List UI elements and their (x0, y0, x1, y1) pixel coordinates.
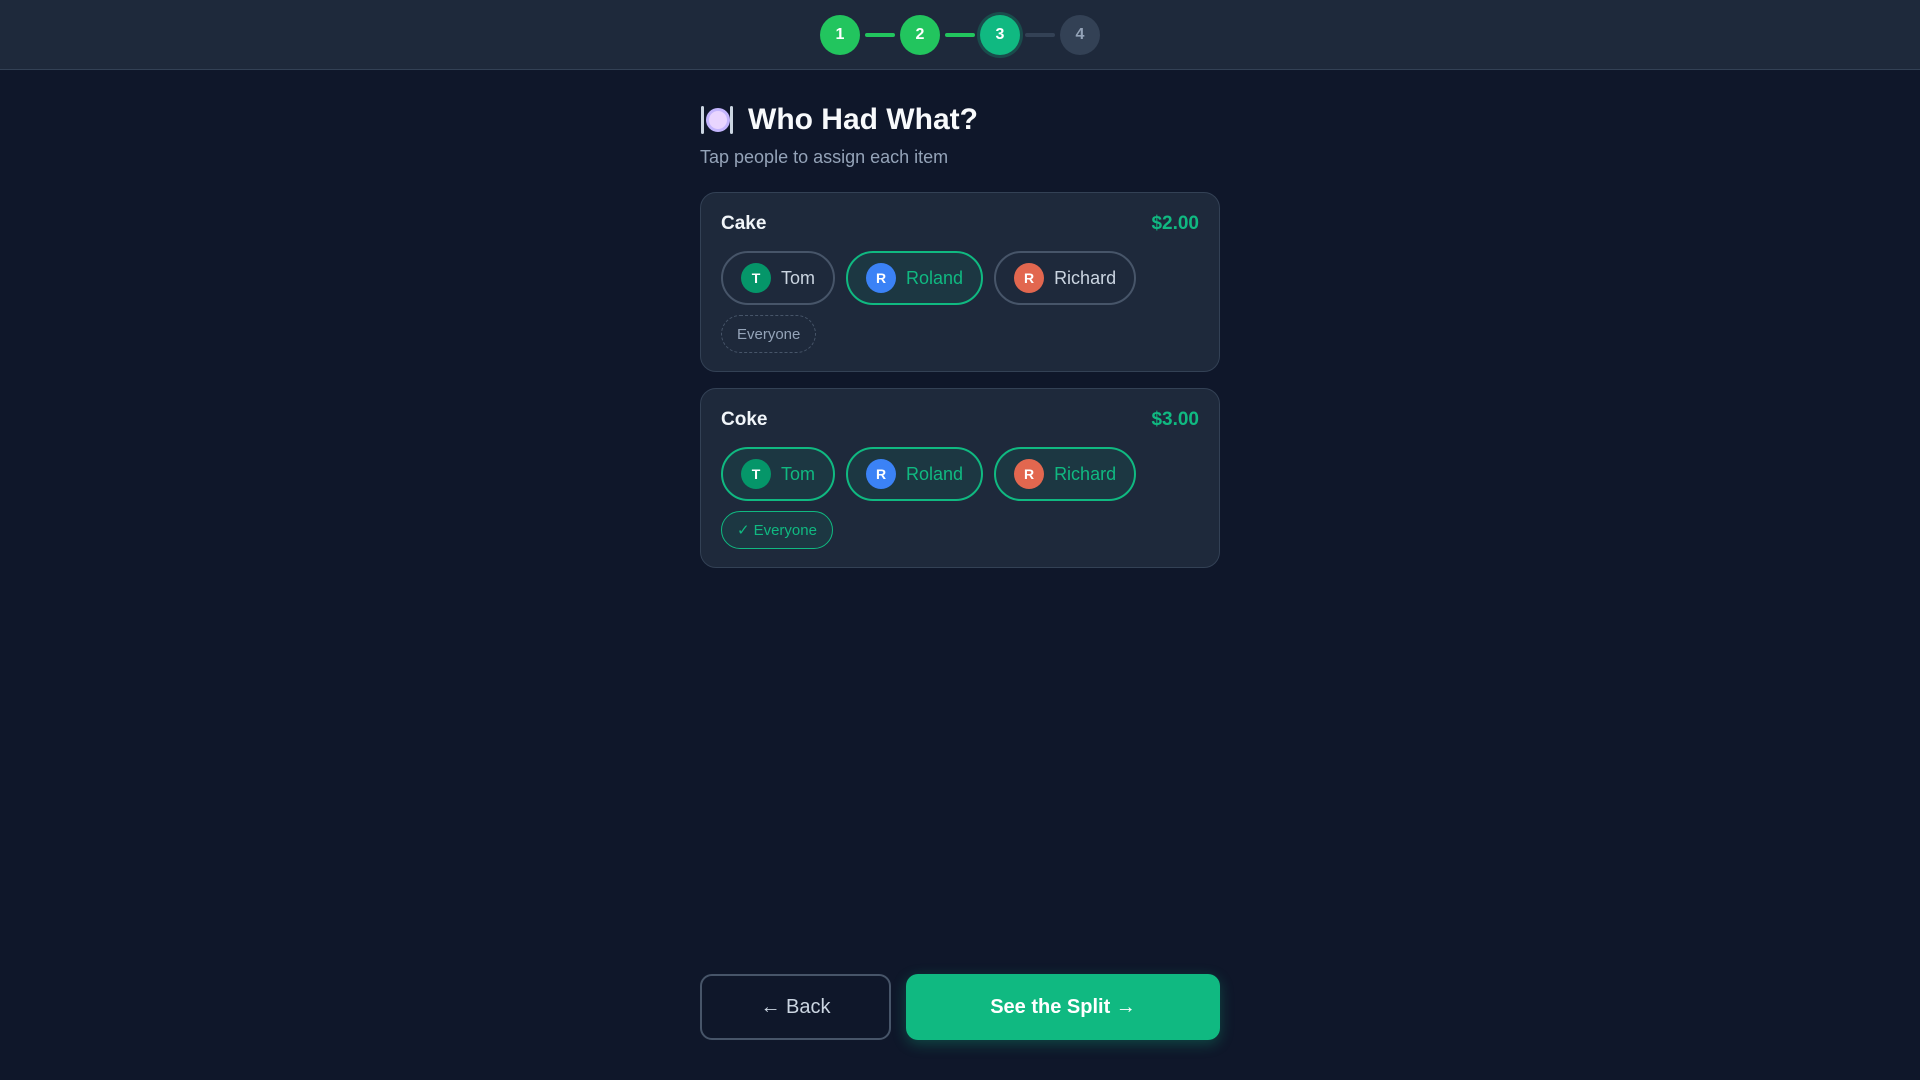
avatar: R (1014, 263, 1045, 293)
plate-fork-knife-icon (700, 103, 734, 137)
avatar: R (1014, 459, 1045, 489)
person-chip-tom[interactable]: T Tom (721, 251, 836, 305)
person-chip-richard[interactable]: R Richard (994, 447, 1137, 501)
step-connector (1025, 32, 1055, 37)
back-button[interactable]: ← Back (700, 974, 891, 1040)
item-card-cake: Cake $2.00 T Tom R Roland R Richard ✓ Ev… (700, 192, 1220, 372)
person-name: Tom (781, 267, 816, 288)
person-name: Tom (781, 463, 816, 484)
item-price: $2.00 (1151, 213, 1199, 234)
person-name: Roland (906, 463, 964, 484)
avatar: T (741, 459, 771, 489)
footer-actions: ← Back See the Split → (700, 974, 1220, 1040)
item-card-coke: Coke $3.00 T Tom R Roland R Richard ✓ Ev… (700, 388, 1220, 568)
main-content: Who Had What? Tap people to assign each … (700, 70, 1220, 568)
person-name: Richard (1054, 463, 1117, 484)
checkmark-icon: ✓ (737, 522, 750, 539)
page-title: Who Had What? (748, 103, 978, 136)
page-header: Who Had What? (700, 103, 1220, 137)
progress-stepper: 1 2 3 4 (820, 14, 1100, 55)
step-4: 4 (1060, 14, 1100, 55)
everyone-label: Everyone (737, 325, 801, 343)
step-1: 1 (820, 14, 860, 55)
step-connector (945, 32, 975, 37)
everyone-button[interactable]: ✓ Everyone (721, 511, 833, 549)
everyone-label: Everyone (753, 521, 817, 539)
avatar: R (866, 459, 897, 489)
item-price: $3.00 (1151, 409, 1199, 430)
top-bar: 1 2 3 4 (0, 0, 1920, 70)
step-connector (865, 32, 895, 37)
avatar: T (741, 263, 771, 293)
person-chip-roland[interactable]: R Roland (846, 447, 984, 501)
item-name: Cake (721, 213, 767, 234)
item-name: Coke (721, 409, 768, 430)
person-chip-tom[interactable]: T Tom (721, 447, 836, 501)
page-subtitle: Tap people to assign each item (700, 147, 949, 167)
see-split-button[interactable]: See the Split → (906, 974, 1220, 1040)
person-name: Richard (1054, 267, 1117, 288)
person-chip-richard[interactable]: R Richard (994, 251, 1137, 305)
step-2: 2 (900, 14, 940, 55)
everyone-button[interactable]: ✓ Everyone (721, 315, 817, 353)
person-name: Roland (906, 267, 964, 288)
step-3: 3 (980, 14, 1020, 55)
avatar: R (866, 263, 897, 293)
person-chip-roland[interactable]: R Roland (846, 251, 984, 305)
